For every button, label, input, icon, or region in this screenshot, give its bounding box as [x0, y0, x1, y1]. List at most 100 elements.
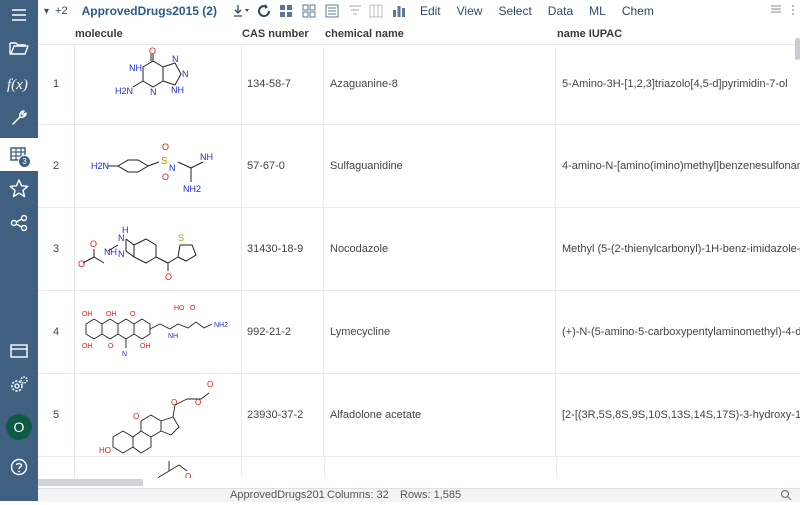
svg-text:O: O: [108, 343, 114, 350]
top-menu: Edit View Select Data ML Chem: [420, 4, 670, 18]
molecule-cell[interactable]: O O: [75, 457, 242, 478]
svg-text:OH: OH: [82, 311, 93, 318]
table-row[interactable]: 5 O HO O O O 23930-37-2 Alfadolone aceta…: [38, 374, 800, 457]
svg-text:HO: HO: [99, 446, 111, 455]
molecule-structure-nocodazole: O O NH H N N O S: [78, 225, 197, 282]
molecule-cell[interactable]: O O NH H N N O S: [75, 208, 242, 290]
filter-view-icon[interactable]: [348, 4, 362, 18]
column-header-cas[interactable]: CAS number: [242, 22, 309, 44]
toolbar: ▾ +2 ApprovedDrugs2015 (2) Edit View Sel…: [38, 0, 800, 22]
svg-text:O: O: [78, 259, 85, 269]
status-table-name[interactable]: ApprovedDrugs201: [230, 489, 325, 502]
svg-text:H2N: H2N: [91, 161, 109, 171]
cas-cell[interactable]: [241, 457, 325, 478]
svg-text:NH: NH: [104, 247, 117, 257]
menu-ml[interactable]: ML: [589, 4, 606, 18]
table-row[interactable]: 2 H2N S O O N NH NH2 57-67-0 Sulfaguanid…: [38, 125, 800, 208]
grid-view-icon[interactable]: [279, 4, 293, 18]
tables-icon[interactable]: 3: [0, 138, 38, 171]
chemical-name-cell[interactable]: Alfadolone acetate: [324, 374, 556, 456]
svg-text:HO: HO: [174, 305, 185, 312]
folder-open-icon[interactable]: [0, 33, 38, 63]
iupac-cell[interactable]: Methyl (5-(2-thienylcarbonyl)-1H-benz-im…: [556, 208, 800, 290]
form-view-icon[interactable]: [325, 4, 339, 18]
iupac-cell[interactable]: (+)-N-(5-amino-5-carboxypentylaminomethy…: [556, 291, 800, 373]
molecule-cell[interactable]: O NH N H2N N N NH: [75, 44, 242, 124]
menu-edit[interactable]: Edit: [420, 4, 441, 18]
search-icon[interactable]: [780, 489, 792, 505]
row-number[interactable]: 2: [38, 125, 75, 207]
svg-text:N: N: [118, 233, 125, 243]
menu-select[interactable]: Select: [498, 4, 531, 18]
molecule-cell[interactable]: O HO O O O: [75, 374, 242, 456]
table-row[interactable]: 3 O O NH H N N O S 31430-18-9 Nocodazole…: [38, 208, 800, 291]
molecule-cell[interactable]: H2N S O O N NH NH2: [75, 125, 242, 207]
iupac-cell[interactable]: 4-amino-N-[amino(imino)methyl]benzenesul…: [556, 125, 800, 207]
cas-cell[interactable]: 134-58-7: [241, 44, 324, 124]
user-avatar[interactable]: O: [0, 412, 38, 442]
menu-view[interactable]: View: [457, 4, 483, 18]
svg-text:NH: NH: [168, 333, 178, 340]
svg-text:N: N: [122, 351, 127, 358]
cas-cell[interactable]: 31430-18-9: [241, 208, 324, 290]
svg-text:O: O: [165, 272, 172, 282]
svg-text:O: O: [185, 472, 191, 478]
svg-text:N: N: [118, 249, 125, 259]
row-number[interactable]: 3: [38, 208, 75, 290]
molecule-cell[interactable]: OH OH O OH O OH N NH HO O NH2: [75, 291, 242, 373]
iupac-cell[interactable]: 5-Amino-3H-[1,2,3]triazolo[4,5-d]pyrimid…: [556, 44, 800, 124]
row-number[interactable]: 4: [38, 291, 75, 373]
refresh-icon[interactable]: [257, 4, 271, 18]
bar-chart-icon[interactable]: [392, 4, 406, 18]
settings-icon[interactable]: [0, 370, 38, 400]
chemical-name-cell[interactable]: Sulfaguanidine: [324, 125, 556, 207]
browse-icon[interactable]: [0, 336, 38, 366]
svg-text:S: S: [161, 156, 168, 167]
extra-views-count[interactable]: +2: [55, 5, 68, 17]
chemical-name-cell[interactable]: Azaguanine-8: [324, 44, 556, 124]
hamburger-menu-icon[interactable]: [770, 4, 782, 14]
cas-cell[interactable]: 57-67-0: [241, 125, 324, 207]
molecule-structure-azaguanine: O NH N H2N N N NH: [115, 47, 189, 97]
columns-view-icon[interactable]: [369, 4, 383, 18]
menu-icon[interactable]: [0, 0, 38, 30]
table-row[interactable]: 4 OH OH O OH O OH N NH HO O NH2 992-21-2…: [38, 291, 800, 374]
menu-chem[interactable]: Chem: [622, 4, 654, 18]
table-row[interactable]: 1 O NH N H2N N N NH 134-58-7 Azaguanine-…: [38, 44, 800, 125]
tiles-view-icon[interactable]: [302, 4, 316, 18]
download-icon[interactable]: [233, 4, 251, 18]
column-header-molecule[interactable]: molecule: [75, 22, 123, 44]
star-icon[interactable]: [0, 173, 38, 203]
more-options-icon[interactable]: [788, 4, 798, 16]
table-title[interactable]: ApprovedDrugs2015 (2): [82, 4, 217, 18]
svg-text:N: N: [172, 54, 179, 64]
chemical-name-cell[interactable]: Lymecycline: [324, 291, 556, 373]
status-rows-count: Rows: 1,585: [400, 489, 462, 501]
horizontal-scrollbar[interactable]: [38, 479, 143, 486]
grid-header: molecule CAS number chemical name name I…: [38, 22, 800, 45]
wrench-icon[interactable]: [0, 103, 38, 133]
row-number[interactable]: [38, 457, 75, 478]
column-header-chemical-name[interactable]: chemical name: [325, 22, 404, 44]
sidebar: f(x) 3 O: [0, 0, 38, 501]
svg-text:S: S: [178, 233, 184, 243]
svg-text:OH: OH: [106, 311, 117, 318]
column-header-iupac[interactable]: name IUPAC: [557, 22, 622, 44]
collapse-toggle[interactable]: ▾: [44, 6, 49, 17]
table-row[interactable]: O O: [38, 457, 800, 478]
help-icon[interactable]: [0, 452, 38, 482]
row-number[interactable]: 5: [38, 374, 75, 456]
svg-text:NH2: NH2: [214, 322, 228, 329]
cas-cell[interactable]: 992-21-2: [241, 291, 324, 373]
share-icon[interactable]: [0, 208, 38, 238]
svg-text:O: O: [90, 239, 97, 249]
chemical-name-cell[interactable]: Nocodazole: [324, 208, 556, 290]
svg-text:NH: NH: [171, 85, 184, 95]
iupac-cell[interactable]: [2-[(3R,5S,8S,9S,10S,13S,14S,17S)-3-hydr…: [556, 374, 800, 456]
cas-cell[interactable]: 23930-37-2: [241, 374, 324, 456]
row-number[interactable]: 1: [38, 44, 75, 124]
vertical-scrollbar[interactable]: [795, 38, 800, 60]
functions-icon[interactable]: f(x): [0, 69, 38, 99]
chemical-name-cell[interactable]: [324, 457, 557, 478]
menu-data[interactable]: Data: [548, 4, 573, 18]
